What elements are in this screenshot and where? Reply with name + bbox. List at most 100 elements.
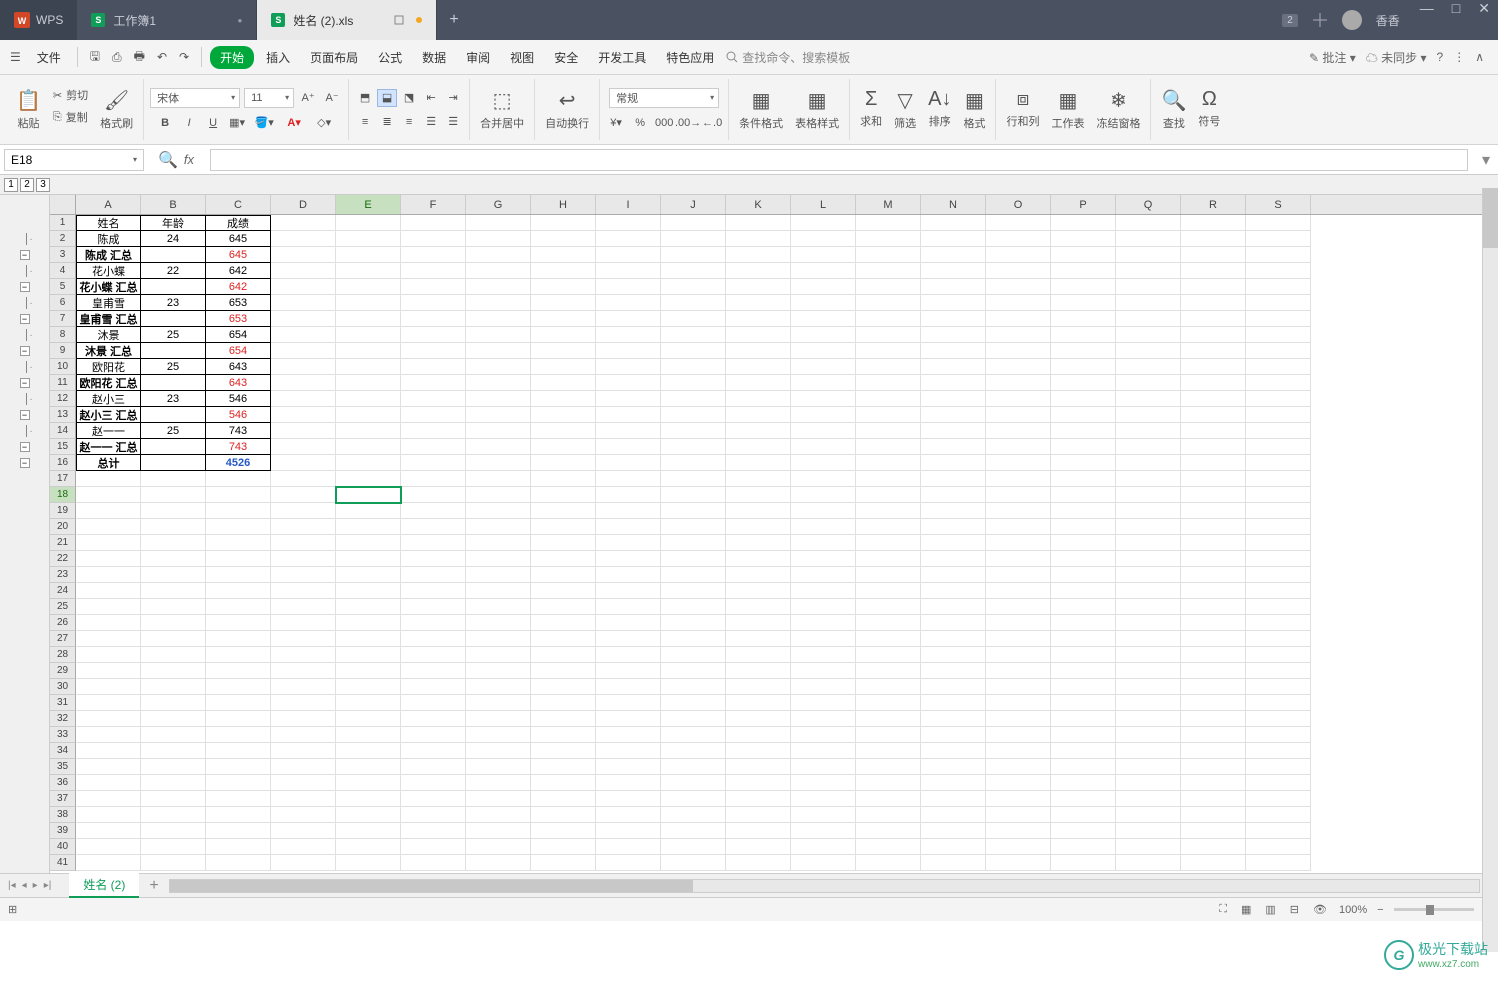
cell[interactable] [1246,279,1311,295]
cell[interactable] [401,375,466,391]
cell[interactable] [1181,663,1246,679]
zoom-fx-icon[interactable]: 🔍 [158,150,178,170]
copy-button[interactable]: ⎘ 复制 [49,108,92,126]
cell[interactable] [401,519,466,535]
cell[interactable] [466,391,531,407]
cell[interactable] [661,679,726,695]
cell[interactable] [1181,263,1246,279]
cell[interactable] [466,551,531,567]
cell[interactable] [271,423,336,439]
cell[interactable] [791,567,856,583]
cell[interactable] [596,295,661,311]
cell[interactable] [726,407,791,423]
cell[interactable] [661,775,726,791]
outline-level-2[interactable]: 2 [20,178,34,192]
cell[interactable] [336,551,401,567]
cell[interactable] [141,855,206,871]
cell[interactable] [1181,743,1246,759]
cell[interactable] [661,599,726,615]
cell[interactable] [531,231,596,247]
cell[interactable]: 23 [141,391,206,407]
cell[interactable] [856,743,921,759]
cell[interactable] [1246,839,1311,855]
cell[interactable] [206,759,271,775]
fullscreen-icon[interactable]: ⛶ [1217,901,1229,918]
cell[interactable] [466,375,531,391]
zoom-out-button[interactable]: − [1377,904,1383,916]
cell[interactable] [1116,567,1181,583]
cell[interactable] [76,599,141,615]
cell[interactable]: 546 [206,391,271,407]
cell[interactable] [921,407,986,423]
page-layout-icon[interactable]: ▥ [1263,901,1277,918]
cell[interactable] [921,647,986,663]
cell[interactable] [791,807,856,823]
cell[interactable] [531,423,596,439]
cell[interactable] [1246,695,1311,711]
cell[interactable] [1246,599,1311,615]
cell[interactable] [986,647,1051,663]
cell[interactable] [921,711,986,727]
cell[interactable] [921,583,986,599]
cell[interactable] [336,839,401,855]
row-header[interactable]: 2 [50,231,76,247]
cell[interactable] [401,711,466,727]
cell[interactable] [401,551,466,567]
cell[interactable] [401,455,466,471]
cell[interactable] [1181,615,1246,631]
cell[interactable] [531,503,596,519]
cell[interactable] [401,599,466,615]
cell[interactable] [1051,647,1116,663]
print-preview-icon[interactable]: ⎙ [108,47,126,68]
row-header[interactable]: 28 [50,647,76,663]
cell[interactable] [531,791,596,807]
cell[interactable] [986,215,1051,231]
cell[interactable] [1051,839,1116,855]
cell[interactable] [986,615,1051,631]
cell[interactable] [726,695,791,711]
cell[interactable] [271,583,336,599]
cell[interactable] [531,759,596,775]
cell[interactable] [1181,503,1246,519]
cell[interactable] [466,311,531,327]
cell[interactable] [791,343,856,359]
collapse-icon[interactable]: − [20,314,30,324]
cell[interactable] [986,679,1051,695]
sheet-nav-next[interactable]: ▸ [33,880,38,891]
cell[interactable] [856,487,921,503]
zoom-slider[interactable] [1394,908,1474,911]
cell[interactable] [401,535,466,551]
cell[interactable] [1246,855,1311,871]
print-icon[interactable]: 🖶 [130,44,149,71]
cell[interactable] [336,375,401,391]
cell[interactable] [206,615,271,631]
cell[interactable] [921,791,986,807]
cell[interactable] [1181,839,1246,855]
cell[interactable] [726,727,791,743]
collapse-icon[interactable]: − [20,346,30,356]
cell[interactable] [76,695,141,711]
cell[interactable]: 743 [206,423,271,439]
row-header[interactable]: 25 [50,599,76,615]
cell[interactable] [921,695,986,711]
cell[interactable]: 皇甫雪 汇总 [76,311,141,327]
cell[interactable] [596,535,661,551]
cell[interactable] [726,679,791,695]
cell[interactable] [271,647,336,663]
cell[interactable] [1181,535,1246,551]
cell[interactable] [986,263,1051,279]
cell[interactable] [596,775,661,791]
cell[interactable] [856,503,921,519]
cell[interactable] [791,583,856,599]
cell[interactable] [401,359,466,375]
cell[interactable] [1246,551,1311,567]
cell[interactable] [141,631,206,647]
justify-button[interactable]: ☰ [421,113,441,131]
cell[interactable] [531,711,596,727]
cell[interactable] [141,471,206,487]
cell[interactable] [791,391,856,407]
row-header[interactable]: 32 [50,711,76,727]
cell[interactable]: 赵一一 汇总 [76,439,141,455]
cell[interactable] [531,263,596,279]
cell[interactable] [1051,247,1116,263]
